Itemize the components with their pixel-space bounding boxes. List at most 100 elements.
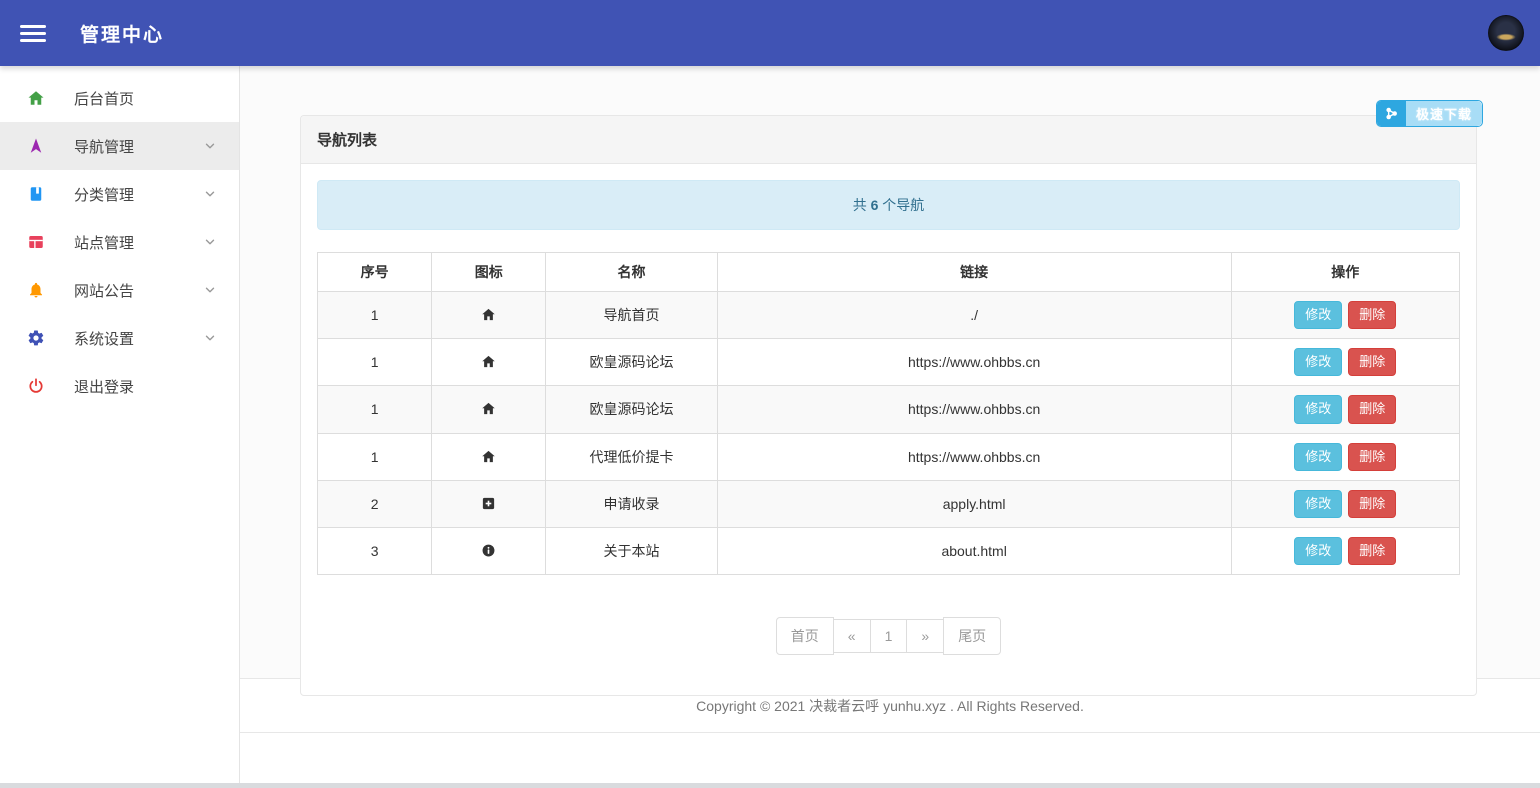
- pagination: 首页«1»尾页: [317, 617, 1460, 655]
- sidebar-item-logout[interactable]: 退出登录: [0, 362, 239, 410]
- table-row: 3 关于本站about.html 修改删除: [318, 527, 1460, 574]
- last-page-button[interactable]: 尾页: [943, 617, 1001, 655]
- row-number: 3: [318, 527, 432, 574]
- bell-icon: [26, 280, 46, 300]
- chevron-down-icon: [203, 235, 217, 249]
- panel-body: 共 6 个导航 序号图标名称链接操作 1导航首页./修改删除1欧皇源码论坛htt…: [301, 164, 1476, 695]
- home-icon: [26, 88, 46, 108]
- sidebar-item-backend-home[interactable]: 后台首页: [0, 74, 239, 122]
- panel-header: 导航列表: [301, 116, 1476, 164]
- nav-list-panel: 导航列表 共 6 个导航 序号图标名称链接操作 1导航首页./修改删除1欧皇源码…: [300, 115, 1477, 696]
- sidebar-item-label: 后台首页: [74, 88, 217, 109]
- nav-link: ./: [717, 292, 1231, 339]
- sidebar-item-label: 站点管理: [74, 232, 203, 253]
- sidebar-item-nav-management[interactable]: 导航管理: [0, 122, 239, 170]
- row-number: 1: [318, 339, 432, 386]
- sidebar-item-site-management[interactable]: 站点管理: [0, 218, 239, 266]
- column-header: 名称: [546, 253, 717, 292]
- info-circle-icon: [481, 543, 496, 559]
- delete-button[interactable]: 删除: [1348, 348, 1396, 376]
- nav-name: 导航首页: [546, 292, 717, 339]
- nav-name: 代理低价提卡: [546, 433, 717, 480]
- row-number: 2: [318, 480, 432, 527]
- window-icon: [26, 232, 46, 252]
- location-arrow-icon: [26, 136, 46, 156]
- delete-button[interactable]: 删除: [1348, 443, 1396, 471]
- top-navbar: 管理中心: [0, 0, 1540, 66]
- edit-button[interactable]: 修改: [1294, 443, 1342, 471]
- sidebar-item-label: 分类管理: [74, 184, 203, 205]
- table-row: 1 欧皇源码论坛https://www.ohbbs.cn 修改删除: [318, 339, 1460, 386]
- row-number: 1: [318, 292, 432, 339]
- nav-name: 欧皇源码论坛: [546, 386, 717, 433]
- sidebar-menu: 后台首页导航管理分类管理站点管理网站公告系统设置退出登录: [0, 74, 239, 410]
- sidebar-item-site-announcement[interactable]: 网站公告: [0, 266, 239, 314]
- content-area: 极速下载 导航列表 共 6 个导航 序号图标名称链接操作 1导航首页./修改删除…: [240, 66, 1540, 678]
- column-header: 图标: [432, 253, 546, 292]
- delete-button[interactable]: 删除: [1348, 301, 1396, 329]
- share-nodes-icon: [1377, 101, 1406, 126]
- nav-link: apply.html: [717, 480, 1231, 527]
- edit-button[interactable]: 修改: [1294, 490, 1342, 518]
- bottom-strip: [0, 783, 1540, 788]
- nav-link: https://www.ohbbs.cn: [717, 386, 1231, 433]
- user-avatar[interactable]: [1488, 15, 1524, 51]
- table-row: 1 代理低价提卡https://www.ohbbs.cn 修改删除: [318, 433, 1460, 480]
- plus-square-icon: [481, 496, 496, 512]
- gear-icon: [26, 328, 46, 348]
- nav-table: 序号图标名称链接操作 1导航首页./修改删除1欧皇源码论坛https://www…: [317, 252, 1460, 575]
- app-title: 管理中心: [80, 20, 164, 47]
- below-footer-area: [240, 733, 1540, 788]
- chevron-down-icon: [203, 187, 217, 201]
- edit-button[interactable]: 修改: [1294, 395, 1342, 423]
- prev-page-button[interactable]: «: [833, 619, 871, 653]
- sidebar-item-label: 网站公告: [74, 280, 203, 301]
- nav-name: 关于本站: [546, 527, 717, 574]
- chevron-down-icon: [203, 139, 217, 153]
- chevron-down-icon: [203, 331, 217, 345]
- home-icon: [481, 307, 496, 323]
- count-alert: 共 6 个导航: [317, 180, 1460, 230]
- delete-button[interactable]: 删除: [1348, 537, 1396, 565]
- nav-link: https://www.ohbbs.cn: [717, 433, 1231, 480]
- home-icon: [481, 449, 496, 465]
- panel-title: 导航列表: [317, 132, 377, 149]
- first-page-button[interactable]: 首页: [776, 617, 834, 655]
- page-1-button[interactable]: 1: [870, 619, 908, 653]
- row-number: 1: [318, 433, 432, 480]
- main-content: 极速下载 导航列表 共 6 个导航 序号图标名称链接操作 1导航首页./修改删除…: [240, 66, 1540, 788]
- power-icon: [26, 376, 46, 396]
- home-icon: [481, 401, 496, 417]
- edit-button[interactable]: 修改: [1294, 537, 1342, 565]
- table-row: 2 申请收录apply.html 修改删除: [318, 480, 1460, 527]
- nav-name: 申请收录: [546, 480, 717, 527]
- row-number: 1: [318, 386, 432, 433]
- table-row: 1 导航首页./ 修改删除: [318, 292, 1460, 339]
- column-header: 链接: [717, 253, 1231, 292]
- table-header-row: 序号图标名称链接操作: [318, 253, 1460, 292]
- sidebar: 后台首页导航管理分类管理站点管理网站公告系统设置退出登录: [0, 66, 240, 788]
- copyright-text: Copyright © 2021 决裁者云呼 yunhu.xyz . All R…: [696, 696, 1084, 716]
- edit-button[interactable]: 修改: [1294, 348, 1342, 376]
- next-page-button[interactable]: »: [906, 619, 944, 653]
- sidebar-item-label: 系统设置: [74, 328, 203, 349]
- delete-button[interactable]: 删除: [1348, 395, 1396, 423]
- column-header: 序号: [318, 253, 432, 292]
- chevron-down-icon: [203, 283, 217, 297]
- menu-toggle-icon[interactable]: [0, 0, 66, 66]
- column-header: 操作: [1231, 253, 1459, 292]
- home-icon: [481, 354, 496, 370]
- book-icon: [26, 184, 46, 204]
- nav-link: https://www.ohbbs.cn: [717, 339, 1231, 386]
- delete-button[interactable]: 删除: [1348, 490, 1396, 518]
- nav-link: about.html: [717, 527, 1231, 574]
- sidebar-item-system-settings[interactable]: 系统设置: [0, 314, 239, 362]
- edit-button[interactable]: 修改: [1294, 301, 1342, 329]
- table-row: 1 欧皇源码论坛https://www.ohbbs.cn 修改删除: [318, 386, 1460, 433]
- netdisk-label: 极速下载: [1406, 101, 1482, 126]
- sidebar-item-label: 导航管理: [74, 136, 203, 157]
- nav-name: 欧皇源码论坛: [546, 339, 717, 386]
- sidebar-item-label: 退出登录: [74, 376, 217, 397]
- netdisk-download-button[interactable]: 极速下载: [1376, 100, 1483, 127]
- sidebar-item-category-management[interactable]: 分类管理: [0, 170, 239, 218]
